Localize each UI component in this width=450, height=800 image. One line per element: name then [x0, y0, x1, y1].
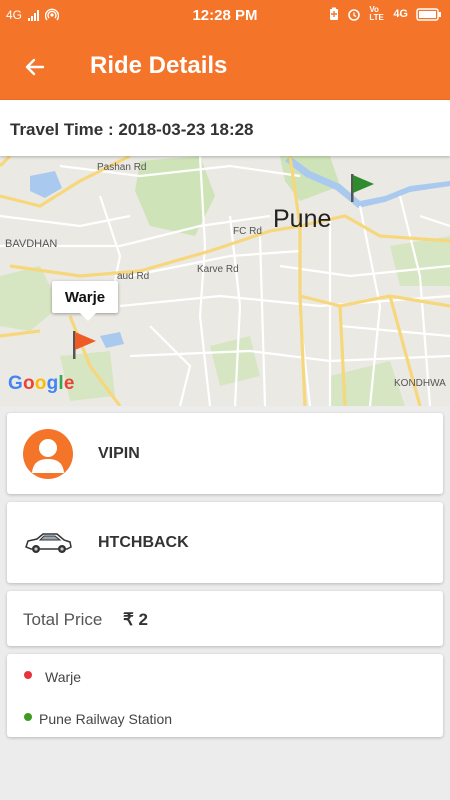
map-label-karve-rd: Karve Rd	[197, 264, 239, 275]
battery-saver-icon	[330, 7, 339, 20]
map-label-fc-rd: FC Rd	[233, 226, 262, 237]
total-price-label: Total Price	[23, 610, 103, 629]
status-right: Vo LTE 4G	[329, 6, 442, 22]
back-button[interactable]	[18, 50, 52, 84]
back-arrow-icon	[25, 58, 45, 76]
person-icon	[23, 429, 73, 479]
car-icon	[25, 533, 72, 553]
route-card: Warje Pune Railway Station	[7, 654, 443, 737]
map-label-paud-rd: aud Rd	[117, 271, 150, 282]
map-label-kondhwa: KONDHWA	[394, 378, 446, 389]
network-right-label: 4G	[393, 8, 408, 20]
travel-time: Travel Time : 2018-03-23 18:28	[10, 120, 254, 139]
drop-dot-icon	[24, 713, 32, 721]
driver-card[interactable]: VIPIN	[7, 413, 443, 494]
total-price-value: ₹ 2	[123, 610, 148, 629]
map-label-bavdhan: BAVDHAN	[5, 238, 58, 250]
vehicle-type: HTCHBACK	[98, 534, 189, 551]
travel-time-bar: Travel Time : 2018-03-23 18:28	[0, 100, 450, 156]
drop-location: Pune Railway Station	[39, 711, 173, 727]
map-city-label: Pune	[273, 205, 332, 233]
volte-icon: Vo LTE	[369, 5, 384, 22]
app-bar: Ride Details	[0, 32, 450, 100]
google-logo: Google	[8, 373, 75, 394]
pickup-location: Warje	[45, 669, 82, 685]
price-card: Total Price ₹ 2	[7, 591, 443, 646]
vehicle-card[interactable]: HTCHBACK	[7, 502, 443, 583]
page-title: Ride Details	[90, 52, 228, 79]
route-map[interactable]: Pashan Rd BAVDHAN aud Rd Karve Rd FC Rd …	[0, 156, 450, 406]
pickup-dot-icon	[24, 671, 32, 679]
map-pickup-callout[interactable]: Warje	[52, 281, 118, 321]
status-bar: 4G 12:28 PM Vo LTE 4G	[0, 0, 450, 32]
battery-icon	[416, 7, 441, 21]
driver-name: VIPIN	[98, 445, 140, 462]
map-label-pashan-rd: Pashan Rd	[97, 162, 147, 173]
alarm-icon	[348, 9, 361, 21]
